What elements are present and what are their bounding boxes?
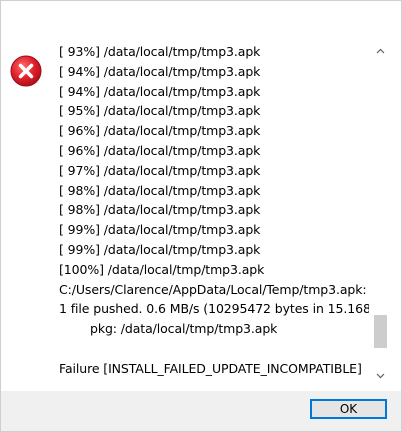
message-line: [ 96%] /data/local/tmp/tmp3.apk <box>59 142 261 158</box>
message-line: [ 94%] /data/local/tmp/tmp3.apk <box>59 83 261 99</box>
error-dialog: [ 93%] /data/local/tmp/tmp3.apk [ 94%] /d… <box>0 0 402 432</box>
message-line: [ 96%] /data/local/tmp/tmp3.apk <box>59 123 261 139</box>
message-line: [ 98%] /data/local/tmp/tmp3.apk <box>59 182 261 198</box>
message-line: [ 94%] /data/local/tmp/tmp3.apk <box>59 63 261 79</box>
message-line: [ 99%] /data/local/tmp/tmp3.apk <box>59 222 261 238</box>
message-line <box>59 339 369 359</box>
message-line: C:/Users/Clarence/AppData/Local/Temp/tmp… <box>59 281 367 297</box>
message-text: [ 93%] /data/local/tmp/tmp3.apk [ 94%] /d… <box>59 42 369 382</box>
message-line: [100%] /data/local/tmp/tmp3.apk <box>59 261 265 277</box>
message-line: 1 file pushed. 0.6 MB/s (10295472 bytes … <box>59 301 369 317</box>
message-line: [ 99%] /data/local/tmp/tmp3.apk <box>59 241 261 257</box>
chevron-down-icon[interactable] <box>372 367 389 384</box>
message-line: pkg: /data/local/tmp/tmp3.apk <box>59 321 278 337</box>
scrollbar-thumb[interactable] <box>374 314 387 348</box>
error-icon <box>10 55 42 87</box>
message-line: [ 97%] /data/local/tmp/tmp3.apk <box>59 162 261 178</box>
chevron-up-icon[interactable] <box>372 42 389 59</box>
message-line: Failure [INSTALL_FAILED_UPDATE_INCOMPATI… <box>59 360 362 376</box>
message-line: [ 95%] /data/local/tmp/tmp3.apk <box>59 103 261 119</box>
message-line: [ 93%] /data/local/tmp/tmp3.apk <box>59 44 261 59</box>
message-line: [ 98%] /data/local/tmp/tmp3.apk <box>59 202 261 218</box>
ok-button[interactable]: OK <box>310 399 387 419</box>
dialog-content: [ 93%] /data/local/tmp/tmp3.apk [ 94%] /d… <box>1 1 401 391</box>
vertical-scrollbar[interactable] <box>372 42 389 384</box>
